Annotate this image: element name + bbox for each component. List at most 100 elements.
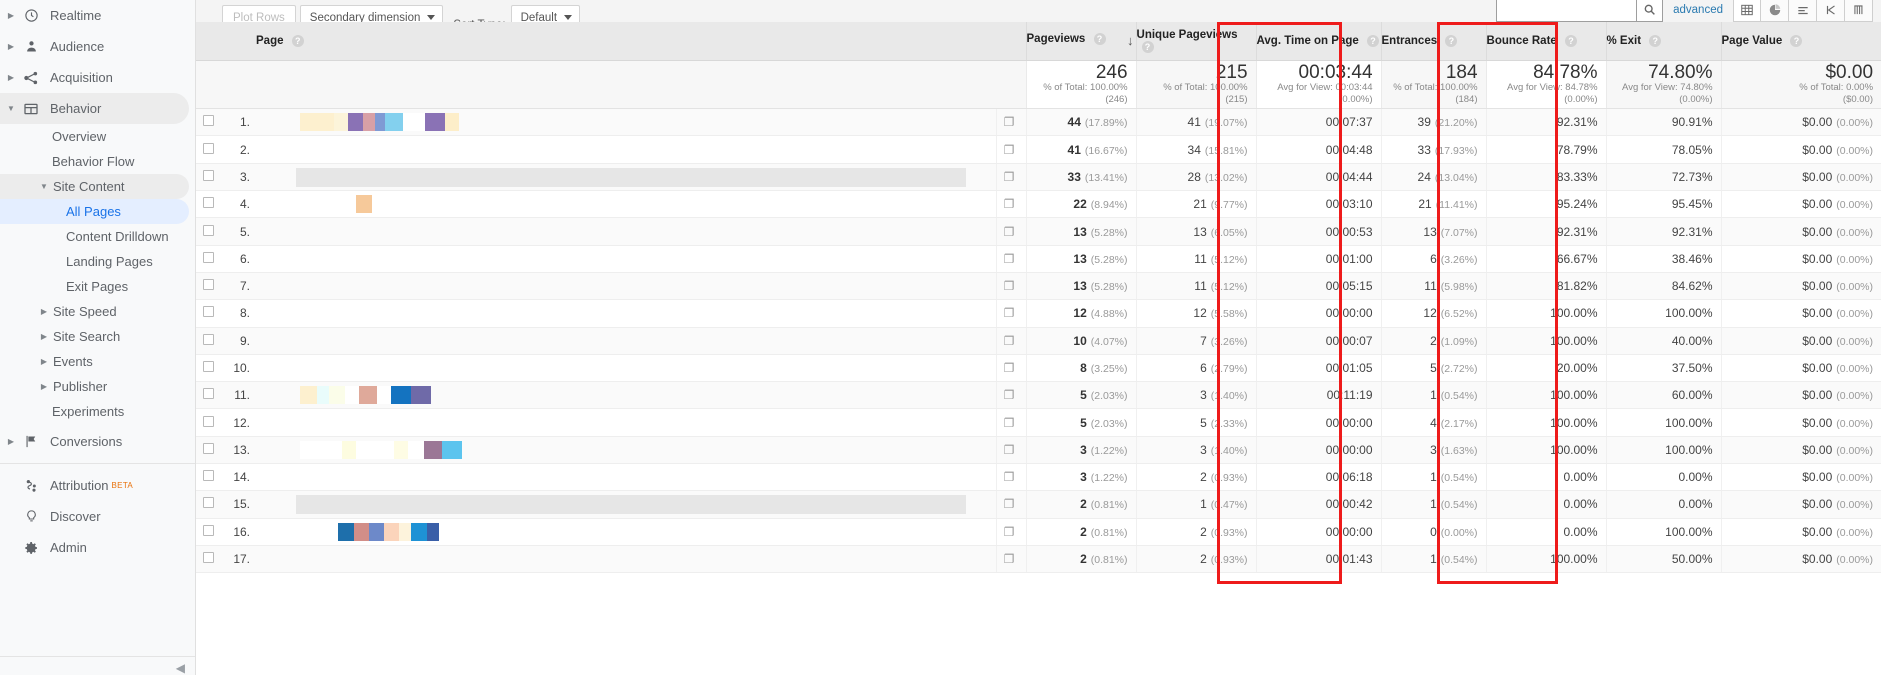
external-link-icon[interactable]: ❐ <box>1004 170 1015 184</box>
sidebar-item-behavior[interactable]: ▼ Behavior <box>0 93 189 124</box>
open-page-cell[interactable]: ❐ <box>996 490 1027 519</box>
column-header-page-value[interactable]: Page Value ? <box>1721 22 1881 61</box>
external-link-icon[interactable]: ❐ <box>1004 525 1015 539</box>
row-checkbox[interactable] <box>202 333 214 345</box>
collapse-sidebar-icon[interactable]: ◀ <box>176 661 185 675</box>
row-checkbox-cell[interactable] <box>196 299 224 328</box>
page-cell[interactable] <box>256 518 997 546</box>
row-checkbox-cell[interactable] <box>196 272 224 301</box>
row-checkbox[interactable] <box>202 415 214 427</box>
table-view-icon[interactable] <box>1733 0 1761 22</box>
table-row[interactable]: 11. ❐ 5 (2.03%) 3 (1.40%) 00:11:19 1 (0.54%) 100.… <box>196 381 1881 410</box>
open-page-cell[interactable]: ❐ <box>996 327 1027 355</box>
row-checkbox[interactable] <box>202 497 214 509</box>
page-cell[interactable] <box>256 245 997 273</box>
row-checkbox[interactable] <box>202 552 214 564</box>
help-icon[interactable]: ? <box>1565 34 1578 47</box>
sidebar-item-admin[interactable]: ▶ Admin <box>0 532 195 563</box>
external-link-icon[interactable]: ❐ <box>1004 334 1015 348</box>
sidebar-item-experiments[interactable]: Experiments <box>0 399 195 424</box>
row-checkbox-cell[interactable] <box>196 217 224 246</box>
external-link-icon[interactable]: ❐ <box>1004 306 1015 320</box>
row-checkbox[interactable] <box>202 470 214 482</box>
page-cell[interactable] <box>256 163 997 192</box>
open-page-cell[interactable]: ❐ <box>996 217 1027 246</box>
table-row[interactable]: 13. ❐ 3 (1.22%) 3 (1.40%) 00:00:00 3 (1.63%) 100.… <box>196 436 1881 465</box>
row-checkbox[interactable] <box>202 142 214 154</box>
row-checkbox[interactable] <box>202 442 214 454</box>
column-header-bounce-rate[interactable]: Bounce Rate ? <box>1486 22 1607 61</box>
row-checkbox[interactable] <box>202 224 214 236</box>
table-row[interactable]: 15. ❐ 2 (0.81%) 1 (0.47%) 00:00:42 1 (0.54%) 0.00… <box>196 490 1881 519</box>
row-checkbox-cell[interactable] <box>196 190 224 219</box>
table-row[interactable]: 1. ❐ 44 (17.89%) 41 (19.07%) 00:07:37 39 (21.20%… <box>196 108 1881 137</box>
help-icon[interactable]: ? <box>1649 34 1662 47</box>
search-input[interactable] <box>1496 0 1637 22</box>
row-checkbox-cell[interactable] <box>196 463 224 492</box>
external-link-icon[interactable]: ❐ <box>1004 252 1015 266</box>
column-header-pct-exit[interactable]: % Exit ? <box>1606 22 1722 61</box>
row-checkbox-cell[interactable] <box>196 245 224 273</box>
sidebar-item-discover[interactable]: ▶ Discover <box>0 501 195 532</box>
open-page-cell[interactable]: ❐ <box>996 463 1027 492</box>
sidebar-item-site-speed[interactable]: ▶ Site Speed <box>0 299 195 324</box>
row-checkbox[interactable] <box>202 279 214 291</box>
table-row[interactable]: 3. ❐ 33 (13.41%) 28 (13.02%) 00:04:44 24 (13.04%… <box>196 163 1881 192</box>
row-checkbox-cell[interactable] <box>196 354 224 383</box>
row-checkbox-cell[interactable] <box>196 327 224 355</box>
table-row[interactable]: 9. ❐ 10 (4.07%) 7 (3.26%) 00:00:07 2 (1.09%) 100.… <box>196 327 1881 355</box>
column-header-unique-pageviews[interactable]: Unique Pageviews ? <box>1136 22 1257 61</box>
help-icon[interactable]: ? <box>1366 34 1379 47</box>
sidebar-item-site-search[interactable]: ▶ Site Search <box>0 324 195 349</box>
page-cell[interactable] <box>256 190 997 219</box>
row-checkbox[interactable] <box>202 251 214 263</box>
open-page-cell[interactable]: ❐ <box>996 354 1027 383</box>
external-link-icon[interactable]: ❐ <box>1004 143 1015 157</box>
row-checkbox-cell[interactable] <box>196 163 224 192</box>
table-row[interactable]: 12. ❐ 5 (2.03%) 5 (2.33%) 00:00:00 4 (2.17%) 100.… <box>196 408 1881 437</box>
page-cell[interactable] <box>256 463 997 492</box>
open-page-cell[interactable]: ❐ <box>996 381 1027 410</box>
open-page-cell[interactable]: ❐ <box>996 190 1027 219</box>
help-icon[interactable]: ? <box>1093 33 1106 46</box>
table-row[interactable]: 2. ❐ 41 (16.67%) 34 (15.81%) 00:04:48 33 (17.93%… <box>196 135 1881 164</box>
external-link-icon[interactable]: ❐ <box>1004 115 1015 129</box>
row-checkbox[interactable] <box>202 169 214 181</box>
sidebar-item-content-drilldown[interactable]: Content Drilldown <box>0 224 195 249</box>
page-cell[interactable] <box>256 436 997 465</box>
table-row[interactable]: 16. ❐ 2 (0.81%) 2 (0.93%) 00:00:00 0 (0.00%) 0.00… <box>196 518 1881 546</box>
row-checkbox-cell[interactable] <box>196 518 224 546</box>
comparison-view-icon[interactable] <box>1817 0 1845 22</box>
sidebar-item-conversions[interactable]: ▶ Conversions <box>0 426 195 457</box>
sidebar-item-exit-pages[interactable]: Exit Pages <box>0 274 195 299</box>
table-row[interactable]: 6. ❐ 13 (5.28%) 11 (5.12%) 00:01:00 6 (3.26%) 66.… <box>196 245 1881 273</box>
page-cell[interactable] <box>256 299 997 328</box>
select-all-header[interactable] <box>196 22 224 61</box>
open-page-cell[interactable]: ❐ <box>996 135 1027 164</box>
external-link-icon[interactable]: ❐ <box>1004 497 1015 511</box>
column-header-page[interactable]: Page ? <box>256 22 1027 61</box>
page-cell[interactable] <box>256 381 997 410</box>
page-cell[interactable] <box>256 327 997 355</box>
sidebar-item-realtime[interactable]: ▶ Realtime <box>0 0 195 31</box>
open-page-cell[interactable]: ❐ <box>996 108 1027 137</box>
pivot-view-icon[interactable] <box>1845 0 1873 22</box>
search-button[interactable] <box>1636 0 1664 22</box>
row-checkbox-cell[interactable] <box>196 108 224 137</box>
help-icon[interactable]: ? <box>1790 34 1803 47</box>
external-link-icon[interactable]: ❐ <box>1004 416 1015 430</box>
table-row[interactable]: 8. ❐ 12 (4.88%) 12 (5.58%) 00:00:00 12 (6.52%) 10… <box>196 299 1881 328</box>
advanced-link[interactable]: advanced <box>1673 4 1723 16</box>
help-icon[interactable]: ? <box>1141 40 1154 53</box>
open-page-cell[interactable]: ❐ <box>996 299 1027 328</box>
page-cell[interactable] <box>256 135 997 164</box>
page-cell[interactable] <box>256 490 997 519</box>
row-checkbox-cell[interactable] <box>196 381 224 410</box>
external-link-icon[interactable]: ❐ <box>1004 470 1015 484</box>
table-row[interactable]: 7. ❐ 13 (5.28%) 11 (5.12%) 00:05:15 11 (5.98%) 81… <box>196 272 1881 301</box>
sidebar-item-acquisition[interactable]: ▶ Acquisition <box>0 62 195 93</box>
external-link-icon[interactable]: ❐ <box>1004 361 1015 375</box>
sidebar-item-behavior-flow[interactable]: Behavior Flow <box>0 149 195 174</box>
sidebar-item-audience[interactable]: ▶ Audience <box>0 31 195 62</box>
open-page-cell[interactable]: ❐ <box>996 436 1027 465</box>
